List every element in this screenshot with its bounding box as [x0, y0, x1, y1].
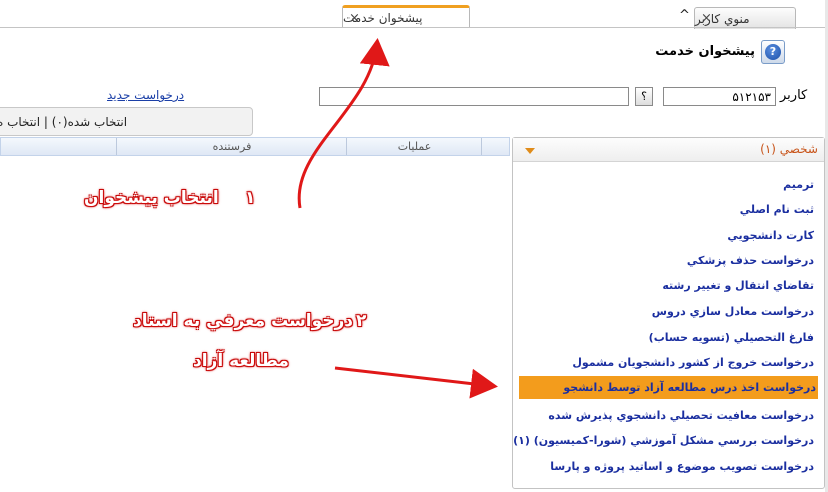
arrow-to-item [334, 366, 498, 399]
annotation-arrows [297, 38, 498, 399]
arrow-to-tab [297, 38, 390, 209]
